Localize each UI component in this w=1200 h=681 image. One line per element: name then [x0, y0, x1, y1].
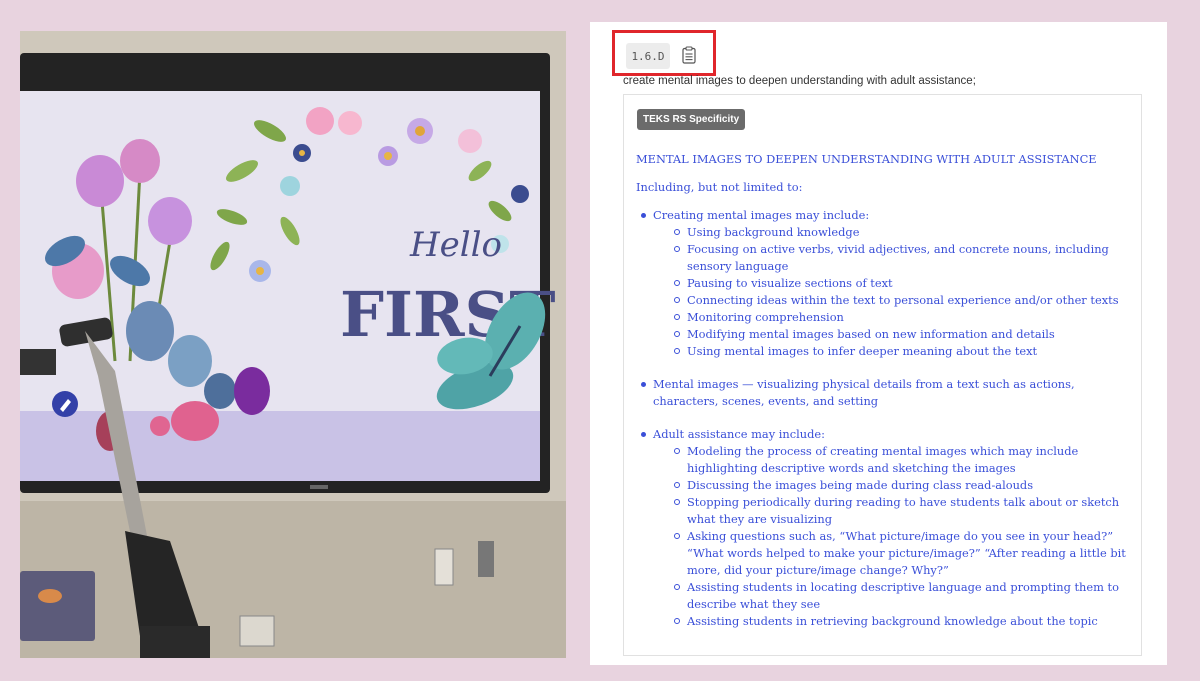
section-label: Adult assistance may include: [653, 427, 825, 441]
specificity-card: TEKS RS Specificity MENTAL IMAGES TO DEE… [623, 94, 1142, 656]
list-item: Creating mental images may include: Usin… [636, 207, 1131, 360]
standard-description: create mental images to deepen understan… [623, 75, 976, 87]
intro-text: Including, but not limited to: [636, 180, 803, 194]
sub-list-item: Assisting students in retrieving backgro… [653, 613, 1131, 630]
sub-list-item: Asking questions such as, “What picture/… [653, 528, 1131, 579]
sub-list-item: Modifying mental images based on new inf… [653, 326, 1131, 343]
specificity-badge: TEKS RS Specificity [637, 109, 746, 130]
teks-panel: 1.6.D create mental images to deepen und… [590, 22, 1167, 665]
sub-list-item: Focusing on active verbs, vivid adjectiv… [653, 241, 1131, 275]
section-heading: MENTAL IMAGES TO DEEPEN UNDERSTANDING WI… [636, 152, 1097, 166]
section-label: Creating mental images may include: [653, 208, 870, 222]
sub-list-item: Connecting ideas within the text to pers… [653, 292, 1131, 309]
list-item: Adult assistance may include: Modeling t… [636, 426, 1131, 630]
sub-list-item: Assisting students in locating descripti… [653, 579, 1131, 613]
clipboard-icon[interactable] [682, 46, 696, 64]
specificity-content: MENTAL IMAGES TO DEEPEN UNDERSTANDING WI… [636, 151, 1131, 646]
slide-greeting: Hello [409, 225, 502, 265]
classroom-photo-illustration: Hello FIRST [20, 31, 566, 658]
sub-list-item: Pausing to visualize sections of text [653, 275, 1131, 292]
section-list: Creating mental images may include: Usin… [636, 207, 1131, 630]
sub-list-item: Using mental images to infer deeper mean… [653, 343, 1131, 360]
sub-list-item: Discussing the images being made during … [653, 477, 1131, 494]
sub-list-item: Stopping periodically during reading to … [653, 494, 1131, 528]
list-item: Mental images — visualizing physical det… [636, 376, 1131, 410]
sub-list-item: Using background knowledge [653, 224, 1131, 241]
sub-list-item: Monitoring comprehension [653, 309, 1131, 326]
sub-list-item: Modeling the process of creating mental … [653, 443, 1131, 477]
section-label: Mental images — visualizing physical det… [653, 377, 1075, 408]
standard-code-chip[interactable]: 1.6.D [626, 43, 670, 69]
classroom-photo: Hello FIRST [20, 31, 566, 658]
